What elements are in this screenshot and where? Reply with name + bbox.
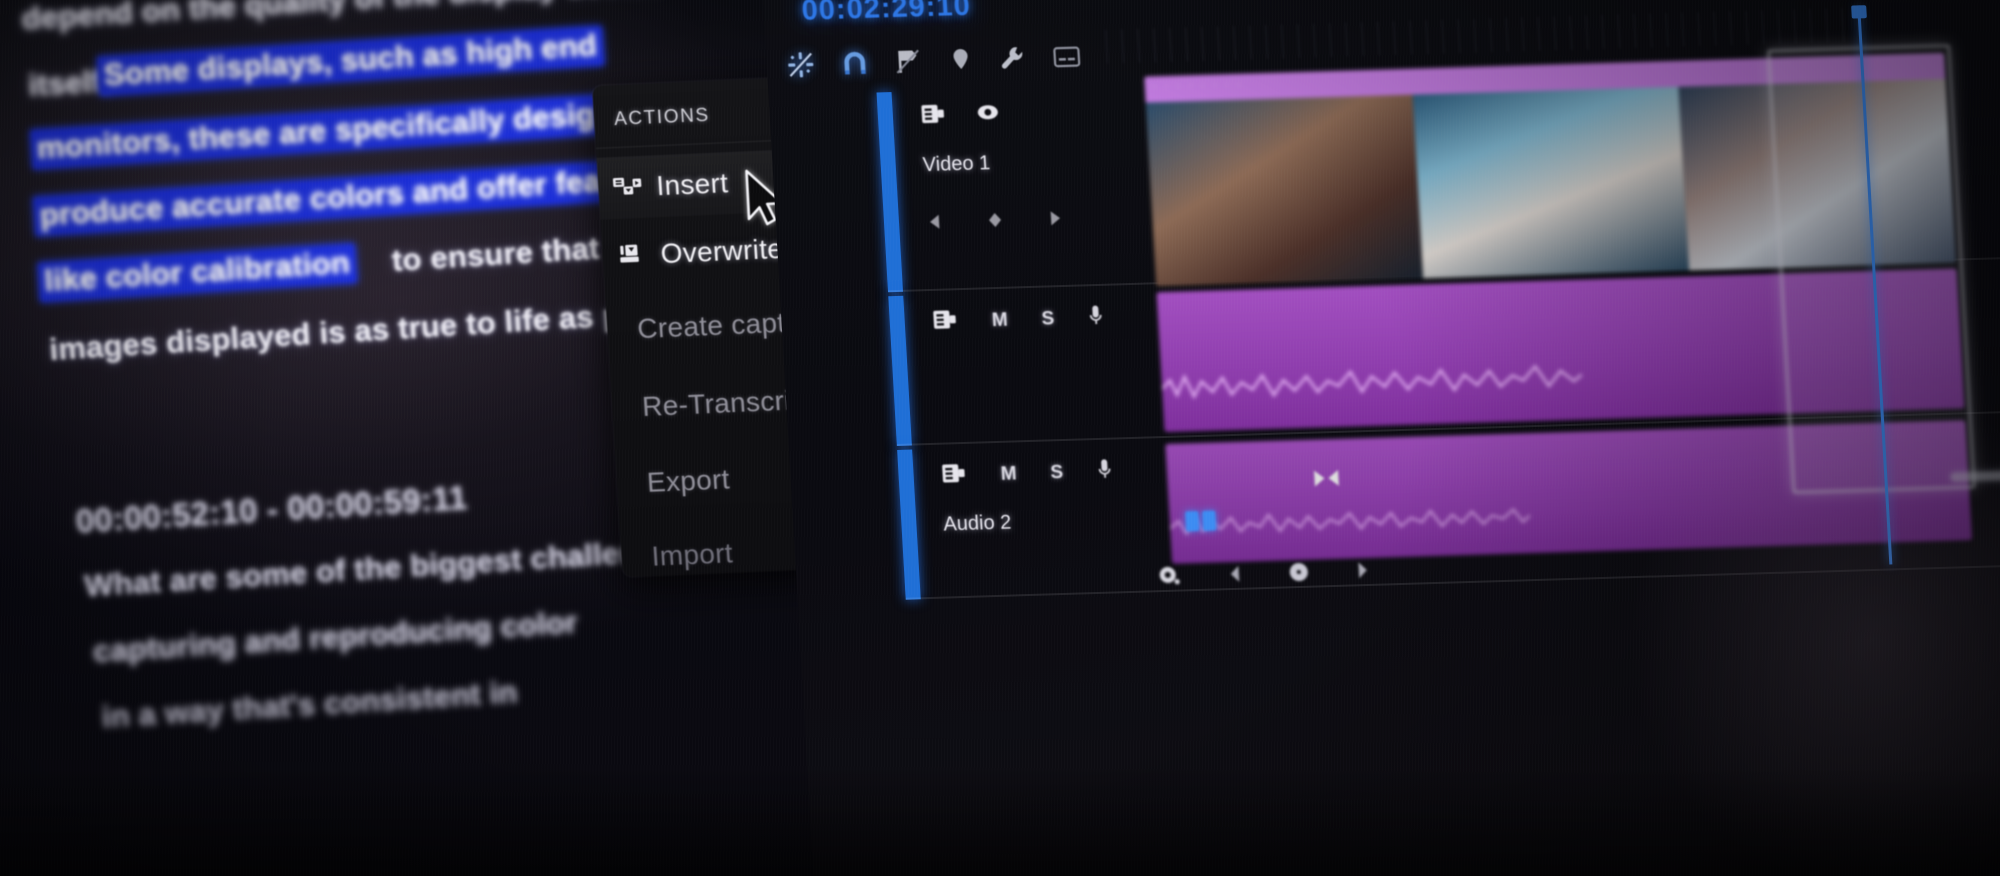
go-to-end-icon[interactable] bbox=[1311, 467, 1343, 495]
audio-waveform bbox=[1169, 507, 1531, 536]
transcript-segment-line[interactable]: in a way that's consistent in bbox=[101, 674, 519, 735]
captions-icon[interactable] bbox=[1052, 44, 1082, 74]
menu-item-label: Overwrite bbox=[659, 232, 785, 270]
playhead-handle[interactable] bbox=[1851, 5, 1867, 19]
add-keyframe-icon[interactable] bbox=[986, 211, 1005, 234]
markers-icon[interactable] bbox=[894, 47, 924, 81]
track-header-audio-1[interactable]: M S bbox=[931, 303, 1149, 360]
clip-thumbnail bbox=[1412, 86, 1690, 279]
prev-icon[interactable] bbox=[1226, 564, 1243, 589]
context-menu-header: ACTIONS bbox=[613, 104, 711, 131]
overwrite-icon bbox=[602, 241, 662, 269]
clip-thumbnail bbox=[1145, 94, 1423, 287]
wrench-settings-icon[interactable] bbox=[998, 44, 1028, 78]
go-to-end-button[interactable] bbox=[1311, 467, 1343, 495]
snap-in-timeline-icon[interactable] bbox=[786, 50, 816, 84]
transcript-segment-timecode[interactable]: 00:00:52:10 - 00:00:59:11 bbox=[74, 479, 468, 541]
track-name-label[interactable]: Video 1 bbox=[922, 148, 1138, 177]
transcript-line-selected[interactable]: Some displays, such as high end bbox=[96, 25, 605, 97]
next-keyframe-icon[interactable] bbox=[1046, 209, 1065, 232]
prev-keyframe-icon[interactable] bbox=[926, 213, 945, 236]
transcript-line-selected[interactable]: like color calibration bbox=[37, 243, 358, 303]
play-icon[interactable] bbox=[1286, 560, 1312, 590]
timeline-zoom-control[interactable] bbox=[1185, 510, 1217, 532]
track-lock-icon[interactable] bbox=[940, 462, 968, 490]
track-solo-button[interactable]: S bbox=[1050, 462, 1064, 484]
linked-selection-icon[interactable] bbox=[840, 48, 870, 82]
mic-icon[interactable] bbox=[1088, 304, 1104, 331]
transcript-segment-line[interactable]: What are some of the biggest challen bbox=[83, 534, 640, 604]
audio-waveform bbox=[1161, 363, 1583, 399]
timeline-panel[interactable]: 00:02:29:10 Video 1 M S M S Audio 2 · · … bbox=[760, 0, 2000, 876]
transcript-line-selected[interactable]: produce accurate colors and offer fea bbox=[32, 161, 609, 237]
next-icon[interactable] bbox=[1354, 560, 1371, 585]
transcript-line-selected[interactable]: monitors, these are specifically desig bbox=[29, 94, 603, 170]
track-header-audio-2[interactable]: M S Audio 2 bbox=[940, 456, 1159, 536]
clip-selection-overlay[interactable] bbox=[1767, 44, 1976, 494]
pin-icon[interactable] bbox=[948, 45, 974, 79]
insert-icon bbox=[598, 173, 658, 201]
zoom-pair-icon[interactable] bbox=[1185, 510, 1217, 532]
track-mute-button[interactable]: M bbox=[991, 309, 1008, 331]
menu-item-label: Insert bbox=[655, 167, 730, 202]
menu-item-label: Export bbox=[646, 463, 731, 498]
timeline-toolbar[interactable] bbox=[786, 33, 1119, 91]
track-lock-icon[interactable] bbox=[919, 103, 947, 131]
screen-photo: depend on the quality of the display dev… bbox=[0, 0, 2000, 876]
mic-icon[interactable] bbox=[1096, 458, 1112, 485]
track-solo-button[interactable]: S bbox=[1041, 308, 1055, 330]
track-lock-icon[interactable] bbox=[931, 308, 959, 336]
menu-item-label: Import bbox=[650, 537, 734, 572]
voiceover-icon[interactable] bbox=[1156, 564, 1184, 594]
transcript-segment-line[interactable]: capturing and reproducing color bbox=[92, 604, 579, 670]
transcript-line[interactable]: images displayed is as true to life as p bbox=[48, 297, 623, 368]
track-mute-button[interactable]: M bbox=[1000, 463, 1017, 485]
eye-visibility-icon[interactable] bbox=[975, 102, 1000, 128]
track-header-video-1[interactable]: Video 1 bbox=[919, 97, 1143, 260]
